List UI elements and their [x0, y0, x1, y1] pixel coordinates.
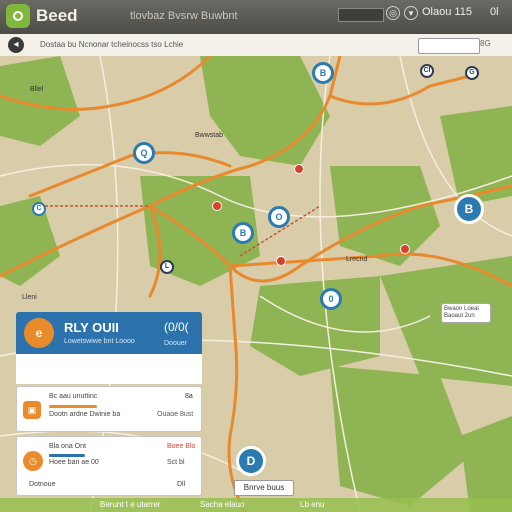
map-pin[interactable]: Cl [420, 64, 434, 78]
back-icon: ◂ [13, 39, 19, 50]
header-right-label: Olaou 115 [422, 6, 472, 18]
map-pin[interactable]: G [465, 66, 479, 80]
clock-icon: ◷ [23, 451, 43, 471]
card-title: Bla ona Ont [49, 443, 86, 450]
map-callout[interactable]: Bwaon Loeal Baoaut 2un [441, 303, 491, 323]
map-pin[interactable]: 0 [320, 288, 342, 310]
road-label: Lleni [22, 294, 37, 301]
search-input[interactable] [418, 38, 480, 54]
logo-mark-icon [13, 11, 23, 21]
map-pin[interactable]: O [268, 206, 290, 228]
card-subtitle: Hoee ban ae 00 [49, 459, 99, 466]
callout-line: Bwaon Loeal [444, 306, 479, 312]
map-pin[interactable]: C [32, 202, 46, 216]
road-label: Bwwstab [195, 132, 224, 139]
route-point-marker [276, 256, 286, 266]
panel-code: (0/0( [164, 320, 189, 334]
footer-left-text: Berunt t e utarrer [100, 500, 161, 509]
panel-body [16, 354, 202, 384]
card-right-sub: Sct bl [167, 459, 185, 466]
route-point-marker [294, 164, 304, 174]
footer-mid-text: Sacha elauo [200, 500, 245, 509]
route-card[interactable]: ▣ Bc aau unuttinc Dootn ardne Dwinie ba … [16, 386, 202, 432]
map-pin-destination[interactable]: D [236, 446, 266, 476]
callout-line: Baoaut 2un [444, 313, 475, 319]
panel-subtitle: Lowetswiwe bnt Loooo [64, 338, 135, 345]
footer-right-text: Lb enu [300, 500, 325, 509]
map-pin[interactable]: B [232, 222, 254, 244]
card-right-sub: Ouaoe 8ust [157, 411, 194, 418]
card-right-label: Boee Blo [167, 443, 196, 450]
panel-header: e RLY OUII Lowetswiwe bnt Loooo (0/0( Do… [16, 312, 202, 354]
map-pin[interactable]: L [160, 260, 174, 274]
toolbar: ◂ Dostaa bu Ncnonar tcheinocss tso Lchie… [0, 34, 512, 57]
card-right-foot: Dll [177, 481, 186, 488]
card-right-label: 8a [185, 393, 193, 400]
card-title: Bc aau unuttinc [49, 393, 98, 400]
route-card[interactable]: ◷ Bla ona Ont Hoee ban ae 00 Dotnoue Boe… [16, 436, 202, 496]
settings-icon[interactable]: ◎ [386, 6, 400, 20]
toolbar-right-text: 8G [480, 39, 491, 48]
header-right-code: 0l [490, 6, 499, 18]
app-logo[interactable] [6, 4, 30, 28]
road-label: Bllel [30, 86, 44, 93]
breadcrumb: Dostaa bu Ncnonar tcheinocss tso Lchie [40, 40, 184, 49]
panel-code-sub: Doouer [164, 340, 187, 347]
map-pin[interactable]: B [312, 62, 334, 84]
title-search-field[interactable] [338, 8, 384, 22]
app-subtitle: tlovbaz Bvsrw Buwbnt [130, 10, 238, 22]
back-button[interactable]: ◂ [8, 37, 24, 53]
footer-strip: Berunt t e utarrer Sacha elauo Lb enu [0, 498, 512, 512]
route-point-marker [212, 201, 222, 211]
bus-icon: ▣ [23, 401, 41, 419]
panel-logo: e [24, 318, 54, 348]
map-pin-selected[interactable]: B [454, 194, 484, 224]
route-button[interactable]: Bnrve buus [234, 480, 294, 496]
route-point-marker [400, 244, 410, 254]
filter-icon[interactable]: ▾ [404, 6, 418, 20]
panel-title: RLY OUII [64, 320, 119, 335]
card-footer: Dotnoue [29, 481, 56, 488]
progress-bar [49, 405, 97, 408]
title-bar: Beed tlovbaz Bvsrw Buwbnt ◎ ▾ Olaou 115 … [0, 0, 512, 34]
progress-bar [49, 454, 85, 457]
app-title: Beed [36, 6, 78, 25]
card-subtitle: Dootn ardne Dwinie ba [49, 411, 121, 418]
info-panel: e RLY OUII Lowetswiwe bnt Loooo (0/0( Do… [16, 312, 202, 508]
road-label: Lrecnd [346, 256, 368, 263]
map-pin[interactable]: Q [133, 142, 155, 164]
